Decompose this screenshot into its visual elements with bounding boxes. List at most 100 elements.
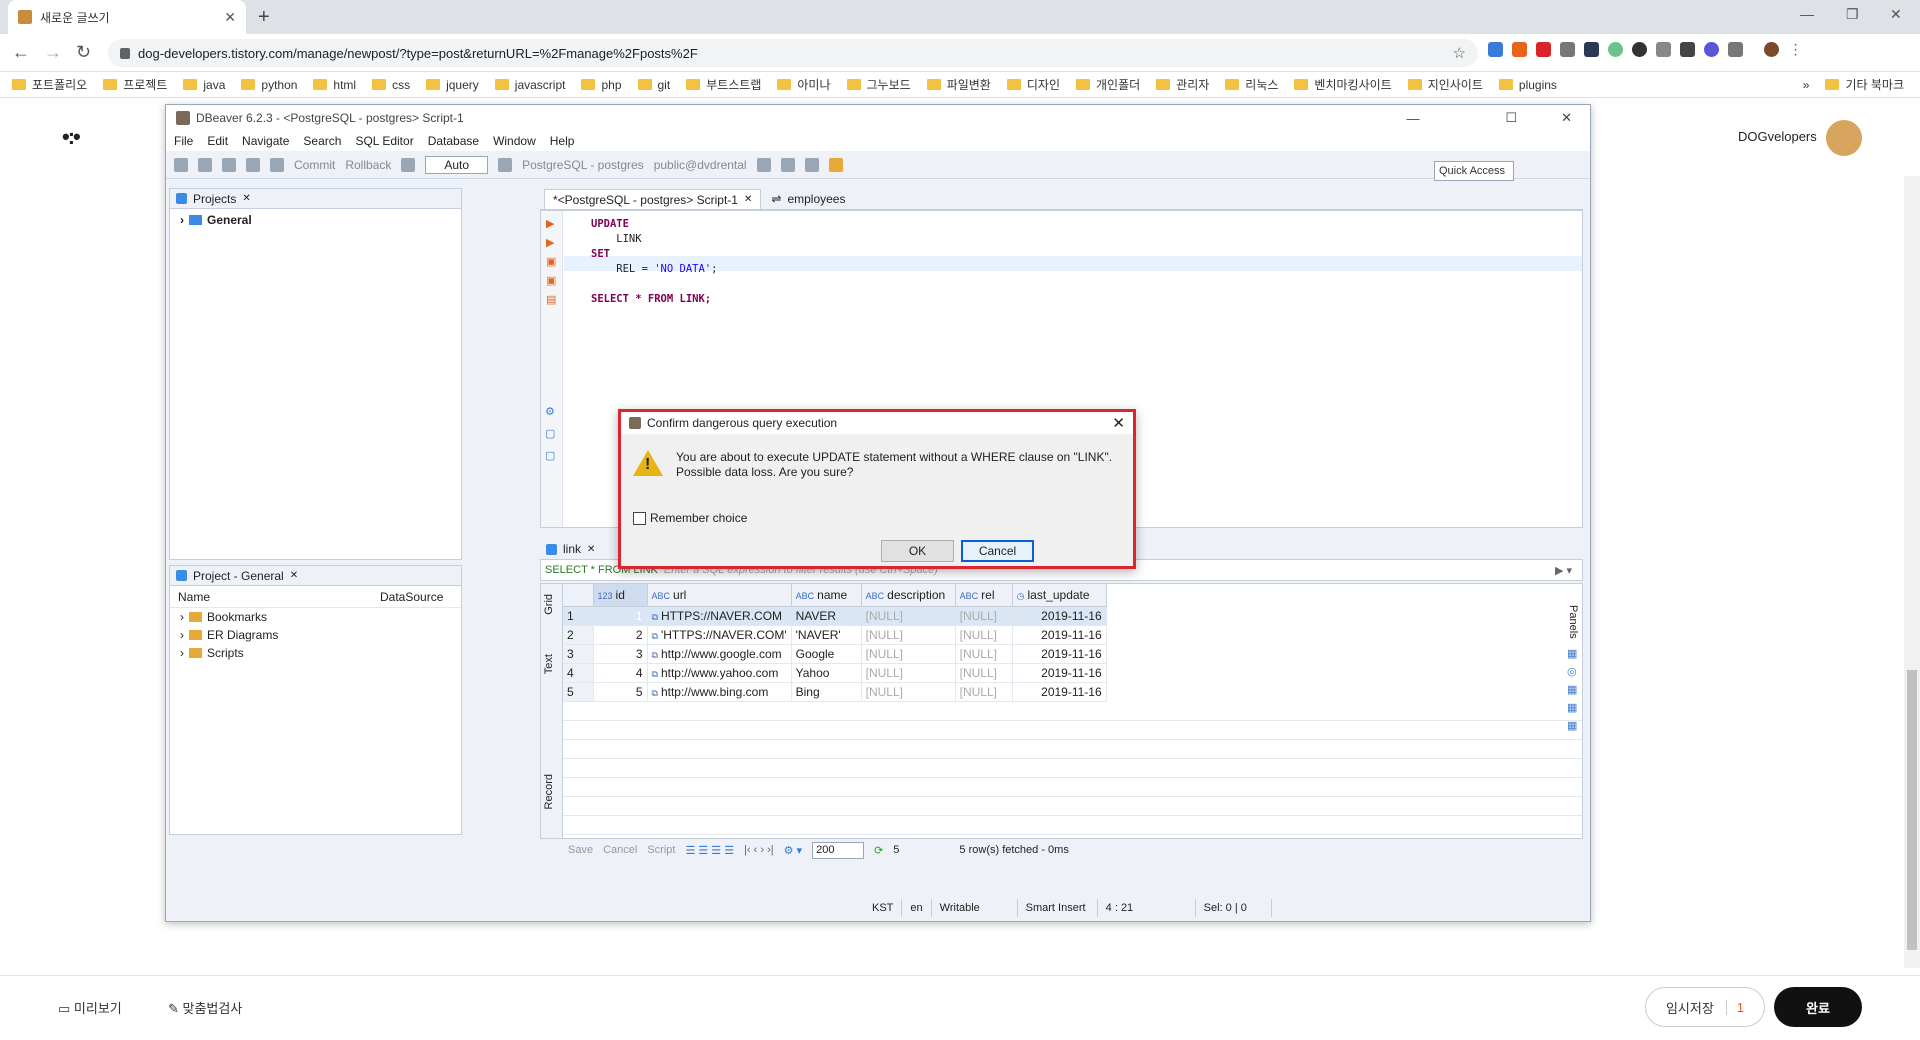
project-general-tab[interactable]: Project - General ✕ <box>170 566 461 586</box>
refresh-count[interactable]: 5 <box>893 844 899 856</box>
bookmark-item[interactable]: 관리자 <box>1156 76 1209 93</box>
tree-item-bookmarks[interactable]: › Bookmarks <box>170 608 461 626</box>
bookmark-item[interactable]: 부트스트랩 <box>686 76 761 93</box>
cell-id[interactable]: 4 <box>593 663 648 683</box>
history-icon[interactable] <box>498 157 513 172</box>
menu-item-navigate[interactable]: Navigate <box>242 134 289 148</box>
spellcheck-button[interactable]: ✎ 맞춤법검사 <box>168 998 242 1017</box>
row-number[interactable]: 4 <box>563 663 594 683</box>
cell-id[interactable]: 1 <box>593 606 648 626</box>
link-icon[interactable] <box>828 157 843 172</box>
column-datasource[interactable]: DataSource <box>380 590 443 604</box>
tools-icon[interactable] <box>804 157 819 172</box>
camera-icon[interactable] <box>1560 42 1575 57</box>
commit-mode-icon[interactable] <box>270 157 284 172</box>
menu-item-edit[interactable]: Edit <box>207 134 228 148</box>
cell-name[interactable]: 'NAVER' <box>791 625 862 645</box>
expand-icon[interactable]: › <box>180 628 184 642</box>
scroll-thumb[interactable] <box>1907 670 1917 950</box>
bookmark-item[interactable]: python <box>241 78 297 92</box>
cell-last-update[interactable]: 2019-11-16 <box>1012 644 1107 664</box>
profile-avatar[interactable] <box>1764 42 1779 57</box>
extension-icon[interactable] <box>1608 42 1623 57</box>
cell-name[interactable]: Google <box>791 644 862 664</box>
star-icon[interactable]: ☆ <box>1453 44 1466 62</box>
cell-rel[interactable]: [NULL] <box>955 682 1013 702</box>
menu-item-help[interactable]: Help <box>550 134 575 148</box>
close-tab-icon[interactable]: ✕ <box>744 194 752 205</box>
bookmark-item[interactable]: 프로젝트 <box>103 76 167 93</box>
invalidate-icon[interactable] <box>222 157 236 172</box>
project-general-node[interactable]: › General <box>170 211 461 229</box>
cell-name[interactable]: NAVER <box>791 606 862 626</box>
active-schema-select[interactable]: public@dvdrental <box>654 158 747 172</box>
menu-item-sql-editor[interactable]: SQL Editor <box>355 134 413 148</box>
cell-name[interactable]: Bing <box>791 682 862 702</box>
close-tab-icon[interactable]: ✕ <box>290 570 298 581</box>
bookmark-item[interactable]: 개인폴더 <box>1075 76 1140 93</box>
link-icon[interactable]: ⧉ <box>652 688 658 698</box>
extension-icon[interactable] <box>1632 42 1647 57</box>
settings-gear-icon[interactable]: ⚙ ▾ <box>784 844 802 857</box>
menu-dots-icon[interactable]: ⋮ <box>1788 42 1803 57</box>
menu-item-file[interactable]: File <box>174 134 193 148</box>
extension-icon[interactable] <box>1536 42 1551 57</box>
new-tab-button[interactable]: + <box>258 6 270 29</box>
row-number[interactable]: 1 <box>563 606 594 626</box>
minimize-icon[interactable]: — <box>1406 111 1419 126</box>
table-row[interactable]: 1 1 ⧉ HTTPS://NAVER.COM NAVER [NULL] [NULL] 201… <box>563 606 1107 626</box>
forward-icon[interactable]: → <box>44 42 62 63</box>
row-number[interactable]: 5 <box>563 682 594 702</box>
table-row[interactable]: 5 5 ⧉ http://www.bing.com Bing [NULL] [NULL] 20… <box>563 682 1107 702</box>
rollback-button[interactable]: Rollback <box>345 158 391 172</box>
tab-script-1[interactable]: *<PostgreSQL - postgres> Script-1 ✕ <box>544 189 762 209</box>
bookmark-item[interactable]: 벤치마킹사이트 <box>1294 76 1392 93</box>
projects-tab[interactable]: Projects ✕ <box>170 189 461 209</box>
cell-id[interactable]: 2 <box>593 625 648 645</box>
reload-icon[interactable]: ↻ <box>76 42 91 63</box>
browser-tab[interactable]: 새로운 글쓰기 ✕ <box>8 0 246 34</box>
commit-button[interactable]: Commit <box>294 158 335 172</box>
bookmark-item[interactable]: 그누보드 <box>846 76 911 93</box>
script-button[interactable]: Script <box>647 844 675 856</box>
save-draft-button[interactable]: 임시저장 1 <box>1645 987 1765 1027</box>
cell-description[interactable]: [NULL] <box>861 682 956 702</box>
cancel-button[interactable]: Cancel <box>961 540 1034 562</box>
row-number[interactable]: 2 <box>563 625 594 645</box>
checkbox-box[interactable] <box>633 511 646 525</box>
minimize-icon[interactable]: — <box>1800 6 1814 22</box>
link-icon[interactable]: ⧉ <box>652 612 658 622</box>
cell-rel[interactable]: [NULL] <box>955 625 1013 645</box>
column-header-id[interactable]: 123 id <box>593 584 648 607</box>
cell-description[interactable]: [NULL] <box>861 644 956 664</box>
navigation-icons[interactable]: |‹ ‹ › ›| <box>744 844 774 856</box>
format-icon[interactable] <box>756 157 771 172</box>
bookmark-item[interactable]: 파일변환 <box>926 76 991 93</box>
bookmark-item[interactable]: git <box>637 78 670 92</box>
tree-item-er-diagrams[interactable]: › ER Diagrams <box>170 626 461 644</box>
cell-rel[interactable]: [NULL] <box>955 663 1013 683</box>
maximize-icon[interactable]: ☐ <box>1505 110 1517 126</box>
cell-last-update[interactable]: 2019-11-16 <box>1012 682 1107 702</box>
link-icon[interactable]: ⧉ <box>652 669 658 679</box>
user-avatar[interactable] <box>1826 120 1862 156</box>
bookmark-item[interactable]: 디자인 <box>1006 76 1060 93</box>
active-connection-select[interactable]: PostgreSQL - postgres <box>522 158 644 172</box>
extension-icon[interactable] <box>1656 42 1671 57</box>
extension-icon[interactable] <box>1512 42 1527 57</box>
bookmark-item[interactable]: javascript <box>494 78 565 92</box>
transaction-mode-select[interactable]: Auto <box>425 155 489 174</box>
back-icon[interactable]: ← <box>12 42 30 63</box>
extension-icon[interactable] <box>1488 42 1503 57</box>
quick-access-field[interactable]: Quick Access <box>1434 161 1514 181</box>
cell-description[interactable]: [NULL] <box>861 663 956 683</box>
table-row[interactable]: 3 3 ⧉ http://www.google.com Google [NULL] [NUL… <box>563 644 1107 664</box>
extension-icon[interactable] <box>1728 42 1743 57</box>
bookmarks-more-button[interactable]: » <box>1803 78 1810 92</box>
save-button[interactable]: Save <box>568 844 593 856</box>
user-name[interactable]: DOGvelopers <box>1738 129 1817 144</box>
tab-close-icon[interactable]: ✕ <box>224 9 236 26</box>
row-edit-icons[interactable]: ☰ ☰ ☰ ☰ <box>685 844 734 857</box>
cancel-button[interactable]: Cancel <box>603 844 637 856</box>
cell-id[interactable]: 5 <box>593 682 648 702</box>
